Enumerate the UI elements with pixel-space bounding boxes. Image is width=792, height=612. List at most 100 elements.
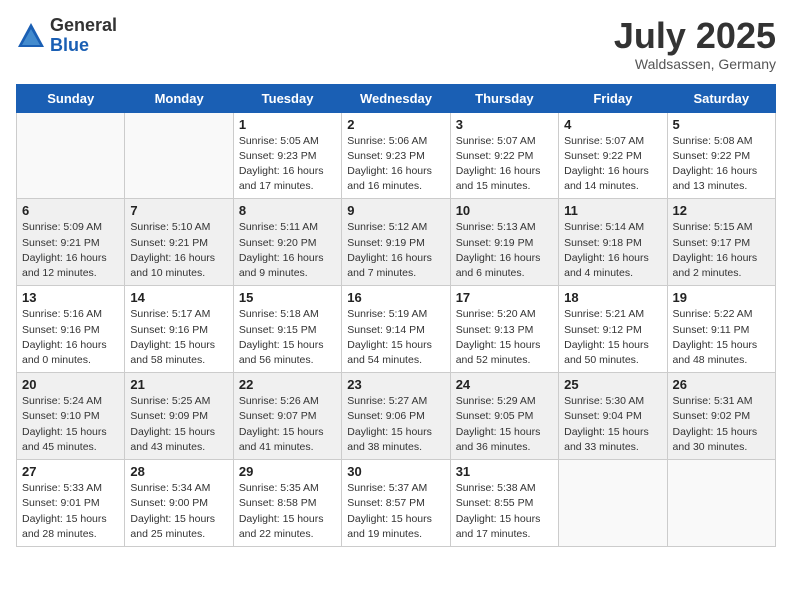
day-info: Sunrise: 5:20 AM Sunset: 9:13 PM Dayligh… bbox=[456, 307, 553, 368]
day-number: 15 bbox=[239, 290, 336, 305]
calendar-week-row: 20 Sunrise: 5:24 AM Sunset: 9:10 PM Dayli… bbox=[17, 373, 776, 460]
day-info: Sunrise: 5:38 AM Sunset: 8:55 PM Dayligh… bbox=[456, 481, 553, 542]
day-number: 3 bbox=[456, 117, 553, 132]
calendar-day-cell: 27 Sunrise: 5:33 AM Sunset: 9:01 PM Dayli… bbox=[17, 460, 125, 547]
day-info: Sunrise: 5:24 AM Sunset: 9:10 PM Dayligh… bbox=[22, 394, 119, 455]
day-info: Sunrise: 5:31 AM Sunset: 9:02 PM Dayligh… bbox=[673, 394, 770, 455]
day-info: Sunrise: 5:07 AM Sunset: 9:22 PM Dayligh… bbox=[456, 134, 553, 195]
calendar-day-cell: 21 Sunrise: 5:25 AM Sunset: 9:09 PM Dayli… bbox=[125, 373, 233, 460]
day-number: 13 bbox=[22, 290, 119, 305]
day-number: 8 bbox=[239, 203, 336, 218]
calendar-day-cell: 20 Sunrise: 5:24 AM Sunset: 9:10 PM Dayli… bbox=[17, 373, 125, 460]
calendar-day-cell: 30Sunrise: 5:37 AM Sunset: 8:57 PM Dayli… bbox=[342, 460, 450, 547]
calendar-day-cell: 25 Sunrise: 5:30 AM Sunset: 9:04 PM Dayli… bbox=[559, 373, 667, 460]
day-number: 6 bbox=[22, 203, 119, 218]
calendar-day-cell: 12Sunrise: 5:15 AM Sunset: 9:17 PM Dayli… bbox=[667, 199, 775, 286]
calendar-day-cell: 6Sunrise: 5:09 AM Sunset: 9:21 PM Daylig… bbox=[17, 199, 125, 286]
logo-blue: Blue bbox=[50, 36, 117, 56]
calendar-day-cell: 15 Sunrise: 5:18 AM Sunset: 9:15 PM Dayli… bbox=[233, 286, 341, 373]
calendar-day-cell: 26 Sunrise: 5:31 AM Sunset: 9:02 PM Dayli… bbox=[667, 373, 775, 460]
calendar-week-row: 13Sunrise: 5:16 AM Sunset: 9:16 PM Dayli… bbox=[17, 286, 776, 373]
calendar-week-row: 1Sunrise: 5:05 AM Sunset: 9:23 PM Daylig… bbox=[17, 112, 776, 199]
day-number: 23 bbox=[347, 377, 444, 392]
day-number: 20 bbox=[22, 377, 119, 392]
day-info: Sunrise: 5:08 AM Sunset: 9:22 PM Dayligh… bbox=[673, 134, 770, 195]
weekday-header-tuesday: Tuesday bbox=[233, 84, 341, 112]
day-number: 16 bbox=[347, 290, 444, 305]
day-number: 27 bbox=[22, 464, 119, 479]
day-info: Sunrise: 5:21 AM Sunset: 9:12 PM Dayligh… bbox=[564, 307, 661, 368]
day-number: 19 bbox=[673, 290, 770, 305]
weekday-header-row: SundayMondayTuesdayWednesdayThursdayFrid… bbox=[17, 84, 776, 112]
month-title: July 2025 bbox=[614, 16, 776, 56]
day-number: 10 bbox=[456, 203, 553, 218]
day-info: Sunrise: 5:11 AM Sunset: 9:20 PM Dayligh… bbox=[239, 220, 336, 281]
day-number: 5 bbox=[673, 117, 770, 132]
page-header: General Blue July 2025 Waldsassen, Germa… bbox=[16, 16, 776, 72]
calendar-day-cell: 17 Sunrise: 5:20 AM Sunset: 9:13 PM Dayli… bbox=[450, 286, 558, 373]
day-info: Sunrise: 5:29 AM Sunset: 9:05 PM Dayligh… bbox=[456, 394, 553, 455]
calendar-day-cell: 22 Sunrise: 5:26 AM Sunset: 9:07 PM Dayli… bbox=[233, 373, 341, 460]
day-info: Sunrise: 5:25 AM Sunset: 9:09 PM Dayligh… bbox=[130, 394, 227, 455]
weekday-header-sunday: Sunday bbox=[17, 84, 125, 112]
calendar-day-cell: 1Sunrise: 5:05 AM Sunset: 9:23 PM Daylig… bbox=[233, 112, 341, 199]
calendar-day-cell bbox=[559, 460, 667, 547]
day-number: 1 bbox=[239, 117, 336, 132]
calendar-day-cell: 8 Sunrise: 5:11 AM Sunset: 9:20 PM Daylig… bbox=[233, 199, 341, 286]
day-number: 22 bbox=[239, 377, 336, 392]
calendar-day-cell: 7 Sunrise: 5:10 AM Sunset: 9:21 PM Daylig… bbox=[125, 199, 233, 286]
calendar-day-cell: 4Sunrise: 5:07 AM Sunset: 9:22 PM Daylig… bbox=[559, 112, 667, 199]
day-number: 9 bbox=[347, 203, 444, 218]
calendar-day-cell: 16 Sunrise: 5:19 AM Sunset: 9:14 PM Dayli… bbox=[342, 286, 450, 373]
day-number: 25 bbox=[564, 377, 661, 392]
day-info: Sunrise: 5:30 AM Sunset: 9:04 PM Dayligh… bbox=[564, 394, 661, 455]
logo-text: General Blue bbox=[50, 16, 117, 56]
day-info: Sunrise: 5:18 AM Sunset: 9:15 PM Dayligh… bbox=[239, 307, 336, 368]
day-number: 24 bbox=[456, 377, 553, 392]
weekday-header-thursday: Thursday bbox=[450, 84, 558, 112]
day-number: 4 bbox=[564, 117, 661, 132]
day-info: Sunrise: 5:22 AM Sunset: 9:11 PM Dayligh… bbox=[673, 307, 770, 368]
calendar-day-cell: 13Sunrise: 5:16 AM Sunset: 9:16 PM Dayli… bbox=[17, 286, 125, 373]
calendar-day-cell: 31 Sunrise: 5:38 AM Sunset: 8:55 PM Dayli… bbox=[450, 460, 558, 547]
calendar-day-cell: 23Sunrise: 5:27 AM Sunset: 9:06 PM Dayli… bbox=[342, 373, 450, 460]
day-info: Sunrise: 5:13 AM Sunset: 9:19 PM Dayligh… bbox=[456, 220, 553, 281]
calendar-day-cell: 5 Sunrise: 5:08 AM Sunset: 9:22 PM Daylig… bbox=[667, 112, 775, 199]
day-info: Sunrise: 5:33 AM Sunset: 9:01 PM Dayligh… bbox=[22, 481, 119, 542]
day-number: 21 bbox=[130, 377, 227, 392]
calendar-day-cell: 10 Sunrise: 5:13 AM Sunset: 9:19 PM Dayli… bbox=[450, 199, 558, 286]
day-number: 28 bbox=[130, 464, 227, 479]
logo: General Blue bbox=[16, 16, 117, 56]
day-number: 26 bbox=[673, 377, 770, 392]
day-number: 29 bbox=[239, 464, 336, 479]
logo-general: General bbox=[50, 16, 117, 36]
calendar-day-cell: 29 Sunrise: 5:35 AM Sunset: 8:58 PM Dayli… bbox=[233, 460, 341, 547]
calendar-day-cell: 3 Sunrise: 5:07 AM Sunset: 9:22 PM Daylig… bbox=[450, 112, 558, 199]
weekday-header-saturday: Saturday bbox=[667, 84, 775, 112]
calendar-week-row: 6Sunrise: 5:09 AM Sunset: 9:21 PM Daylig… bbox=[17, 199, 776, 286]
title-block: July 2025 Waldsassen, Germany bbox=[614, 16, 776, 72]
day-info: Sunrise: 5:10 AM Sunset: 9:21 PM Dayligh… bbox=[130, 220, 227, 281]
calendar-day-cell: 28 Sunrise: 5:34 AM Sunset: 9:00 PM Dayli… bbox=[125, 460, 233, 547]
day-number: 14 bbox=[130, 290, 227, 305]
day-info: Sunrise: 5:19 AM Sunset: 9:14 PM Dayligh… bbox=[347, 307, 444, 368]
day-info: Sunrise: 5:14 AM Sunset: 9:18 PM Dayligh… bbox=[564, 220, 661, 281]
day-number: 30 bbox=[347, 464, 444, 479]
day-number: 17 bbox=[456, 290, 553, 305]
day-number: 7 bbox=[130, 203, 227, 218]
calendar-day-cell: 19 Sunrise: 5:22 AM Sunset: 9:11 PM Dayli… bbox=[667, 286, 775, 373]
calendar-day-cell: 11Sunrise: 5:14 AM Sunset: 9:18 PM Dayli… bbox=[559, 199, 667, 286]
day-number: 31 bbox=[456, 464, 553, 479]
location: Waldsassen, Germany bbox=[614, 56, 776, 72]
calendar-day-cell bbox=[125, 112, 233, 199]
day-info: Sunrise: 5:35 AM Sunset: 8:58 PM Dayligh… bbox=[239, 481, 336, 542]
weekday-header-friday: Friday bbox=[559, 84, 667, 112]
calendar-day-cell: 9Sunrise: 5:12 AM Sunset: 9:19 PM Daylig… bbox=[342, 199, 450, 286]
day-number: 18 bbox=[564, 290, 661, 305]
day-info: Sunrise: 5:17 AM Sunset: 9:16 PM Dayligh… bbox=[130, 307, 227, 368]
calendar-day-cell: 18 Sunrise: 5:21 AM Sunset: 9:12 PM Dayli… bbox=[559, 286, 667, 373]
calendar-week-row: 27 Sunrise: 5:33 AM Sunset: 9:01 PM Dayli… bbox=[17, 460, 776, 547]
day-info: Sunrise: 5:34 AM Sunset: 9:00 PM Dayligh… bbox=[130, 481, 227, 542]
calendar-day-cell bbox=[667, 460, 775, 547]
day-info: Sunrise: 5:26 AM Sunset: 9:07 PM Dayligh… bbox=[239, 394, 336, 455]
